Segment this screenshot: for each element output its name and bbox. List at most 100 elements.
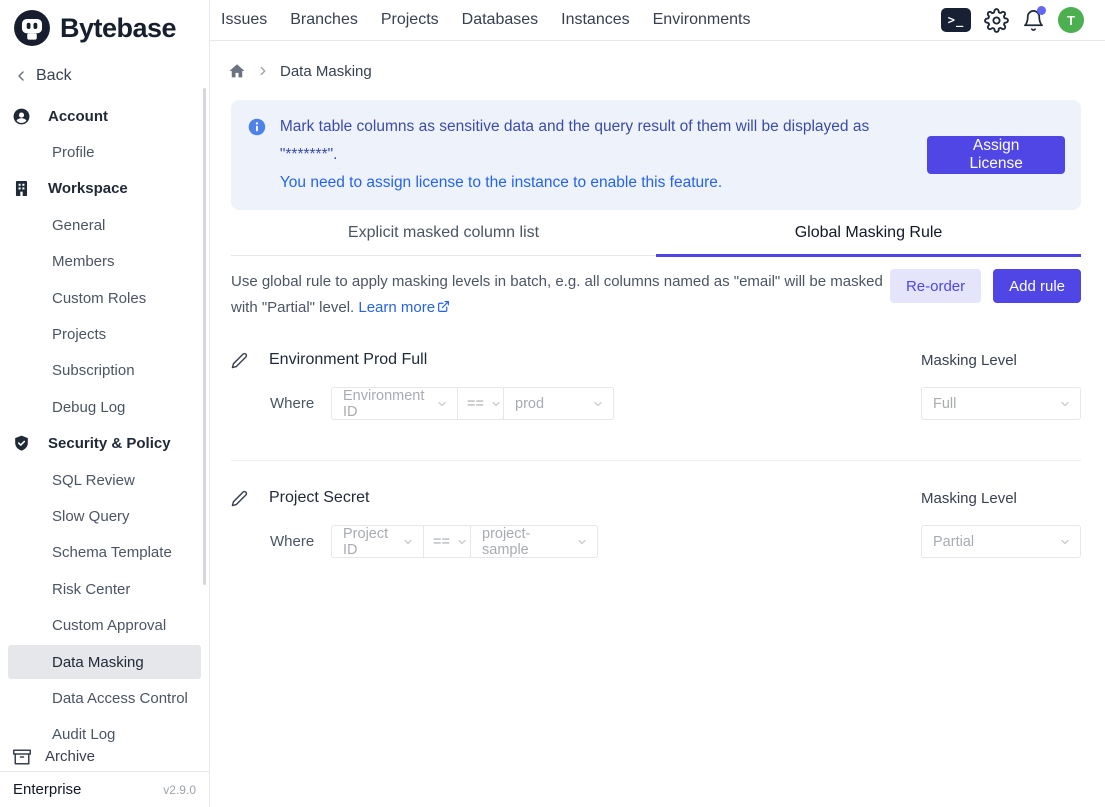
version-label: v2.9.0 — [163, 783, 196, 797]
rule-list-actions: Re-order Add rule — [890, 269, 1081, 303]
chevron-down-icon — [402, 536, 414, 548]
user-circle-icon — [12, 107, 31, 126]
bytebase-app: Bytebase Back Account Profile Workspace — [0, 0, 1105, 807]
bytebase-logo[interactable]: Bytebase — [0, 0, 209, 47]
assign-license-button[interactable]: Assign License — [927, 136, 1065, 174]
masking-rule-card-1: Environment Prod Full Where Environment … — [231, 349, 1081, 420]
sidebar-item-subscription[interactable]: Subscription — [0, 353, 209, 389]
masking-level-label: Masking Level — [921, 487, 1081, 509]
rule-title: Environment Prod Full — [269, 351, 427, 369]
nav-branches[interactable]: Branches — [290, 11, 358, 29]
tab-global-masking-rule[interactable]: Global Masking Rule — [656, 224, 1081, 255]
license-banner: Mark table columns as sensitive data and… — [231, 100, 1081, 210]
reorder-button[interactable]: Re-order — [890, 269, 981, 303]
sidebar-section-workspace: Workspace — [0, 171, 209, 207]
sidebar-item-projects[interactable]: Projects — [0, 316, 209, 352]
sidebar-item-data-masking[interactable]: Data Masking — [8, 645, 201, 679]
banner-line2: You need to assign license to the instan… — [280, 169, 927, 197]
learn-more-link[interactable]: Learn more — [358, 299, 450, 316]
sidebar-item-debug-log[interactable]: Debug Log — [0, 389, 209, 425]
rule-list-header: Use global rule to apply masking levels … — [231, 269, 1081, 321]
breadcrumb-current: Data Masking — [280, 63, 372, 80]
nav-environments[interactable]: Environments — [653, 11, 751, 29]
sidebar-item-sql-review[interactable]: SQL Review — [0, 462, 209, 498]
external-link-icon — [437, 300, 450, 313]
nav-databases[interactable]: Databases — [462, 11, 539, 29]
rule-condition: Environment ID == prod — [331, 387, 614, 420]
operator-select[interactable]: == — [457, 387, 504, 420]
chevron-right-icon — [256, 64, 270, 78]
back-button[interactable]: Back — [0, 62, 209, 90]
sidebar-item-schema-template[interactable]: Schema Template — [0, 535, 209, 571]
plan-label: Enterprise — [13, 781, 81, 798]
sidebar-item-general[interactable]: General — [0, 207, 209, 243]
nav-issues[interactable]: Issues — [221, 11, 267, 29]
top-navbar: Issues Branches Projects Databases Insta… — [210, 0, 1105, 41]
nav-projects[interactable]: Projects — [381, 11, 439, 29]
factor-select[interactable]: Project ID — [331, 525, 424, 558]
value-select[interactable]: prod — [503, 387, 614, 420]
banner-text: Mark table columns as sensitive data and… — [280, 113, 927, 197]
rule-1-right: Masking Level Full — [921, 349, 1081, 420]
sidebar-item-members[interactable]: Members — [0, 244, 209, 280]
chevron-down-icon — [576, 536, 588, 548]
rule-condition: Project ID == project-sample — [331, 525, 598, 558]
archive-icon — [13, 748, 31, 766]
nav-instances[interactable]: Instances — [561, 11, 629, 29]
settings-gear-icon[interactable] — [984, 8, 1009, 33]
masking-level-label: Masking Level — [921, 349, 1081, 371]
sidebar-item-custom-roles[interactable]: Custom Roles — [0, 280, 209, 316]
factor-select[interactable]: Environment ID — [331, 387, 458, 420]
sidebar-item-custom-approval[interactable]: Custom Approval — [0, 607, 209, 643]
where-label: Where — [270, 395, 331, 412]
sidebar-section-account: Account — [0, 98, 209, 134]
sidebar-scrollbar[interactable] — [203, 88, 206, 585]
chevron-down-icon — [436, 398, 448, 410]
value-select[interactable]: project-sample — [470, 525, 598, 558]
edit-rule-icon[interactable] — [231, 352, 248, 369]
masking-rule-card-2: Project Secret Where Project ID == proje… — [231, 487, 1081, 558]
rule-2-right: Masking Level Partial — [921, 487, 1081, 558]
rule-divider — [231, 460, 1081, 461]
chevron-down-icon — [456, 536, 468, 548]
sidebar-footer: Enterprise v2.9.0 — [0, 771, 209, 807]
banner-line1: Mark table columns as sensitive data and… — [280, 113, 927, 169]
shield-check-icon — [12, 434, 31, 453]
chevron-down-icon — [490, 398, 502, 410]
archive-label: Archive — [45, 748, 95, 765]
operator-select[interactable]: == — [423, 525, 471, 558]
chevron-left-icon — [13, 68, 29, 84]
sidebar-item-data-access-control[interactable]: Data Access Control — [0, 680, 209, 716]
masking-level-select[interactable]: Partial — [921, 525, 1081, 558]
masking-tabs: Explicit masked column list Global Maski… — [231, 224, 1081, 256]
notification-dot — [1037, 6, 1046, 15]
tab-explicit-masked-column-list[interactable]: Explicit masked column list — [231, 224, 656, 255]
breadcrumb: Data Masking — [228, 60, 1105, 82]
rule-2-left: Project Secret Where Project ID == proje… — [231, 487, 921, 558]
sidebar-section-security-policy: Security & Policy — [0, 426, 209, 462]
settings-sidebar: Bytebase Back Account Profile Workspace — [0, 0, 210, 807]
sidebar-nav: Account Profile Workspace General Member… — [0, 98, 209, 753]
edit-rule-icon[interactable] — [231, 490, 248, 507]
masking-level-select[interactable]: Full — [921, 387, 1081, 420]
sql-editor-icon[interactable]: >_ — [941, 8, 971, 32]
notification-bell-icon[interactable] — [1022, 9, 1045, 32]
sidebar-item-slow-query[interactable]: Slow Query — [0, 498, 209, 534]
chevron-down-icon — [1059, 398, 1071, 410]
info-icon — [247, 117, 267, 137]
chevron-down-icon — [592, 398, 604, 410]
sidebar-item-profile[interactable]: Profile — [0, 134, 209, 170]
rule-title: Project Secret — [269, 489, 369, 507]
rule-1-left: Environment Prod Full Where Environment … — [231, 349, 921, 420]
header-icons: >_ T — [941, 7, 1084, 33]
sidebar-item-archive[interactable]: Archive — [0, 742, 209, 771]
avatar[interactable]: T — [1058, 7, 1084, 33]
main-content: Issues Branches Projects Databases Insta… — [210, 0, 1105, 807]
bytebase-logo-icon — [13, 9, 51, 47]
building-icon — [12, 179, 31, 198]
add-rule-button[interactable]: Add rule — [993, 269, 1081, 303]
top-nav-links: Issues Branches Projects Databases Insta… — [221, 11, 750, 29]
sidebar-item-risk-center[interactable]: Risk Center — [0, 571, 209, 607]
back-label: Back — [36, 67, 72, 85]
home-icon[interactable] — [228, 62, 246, 80]
